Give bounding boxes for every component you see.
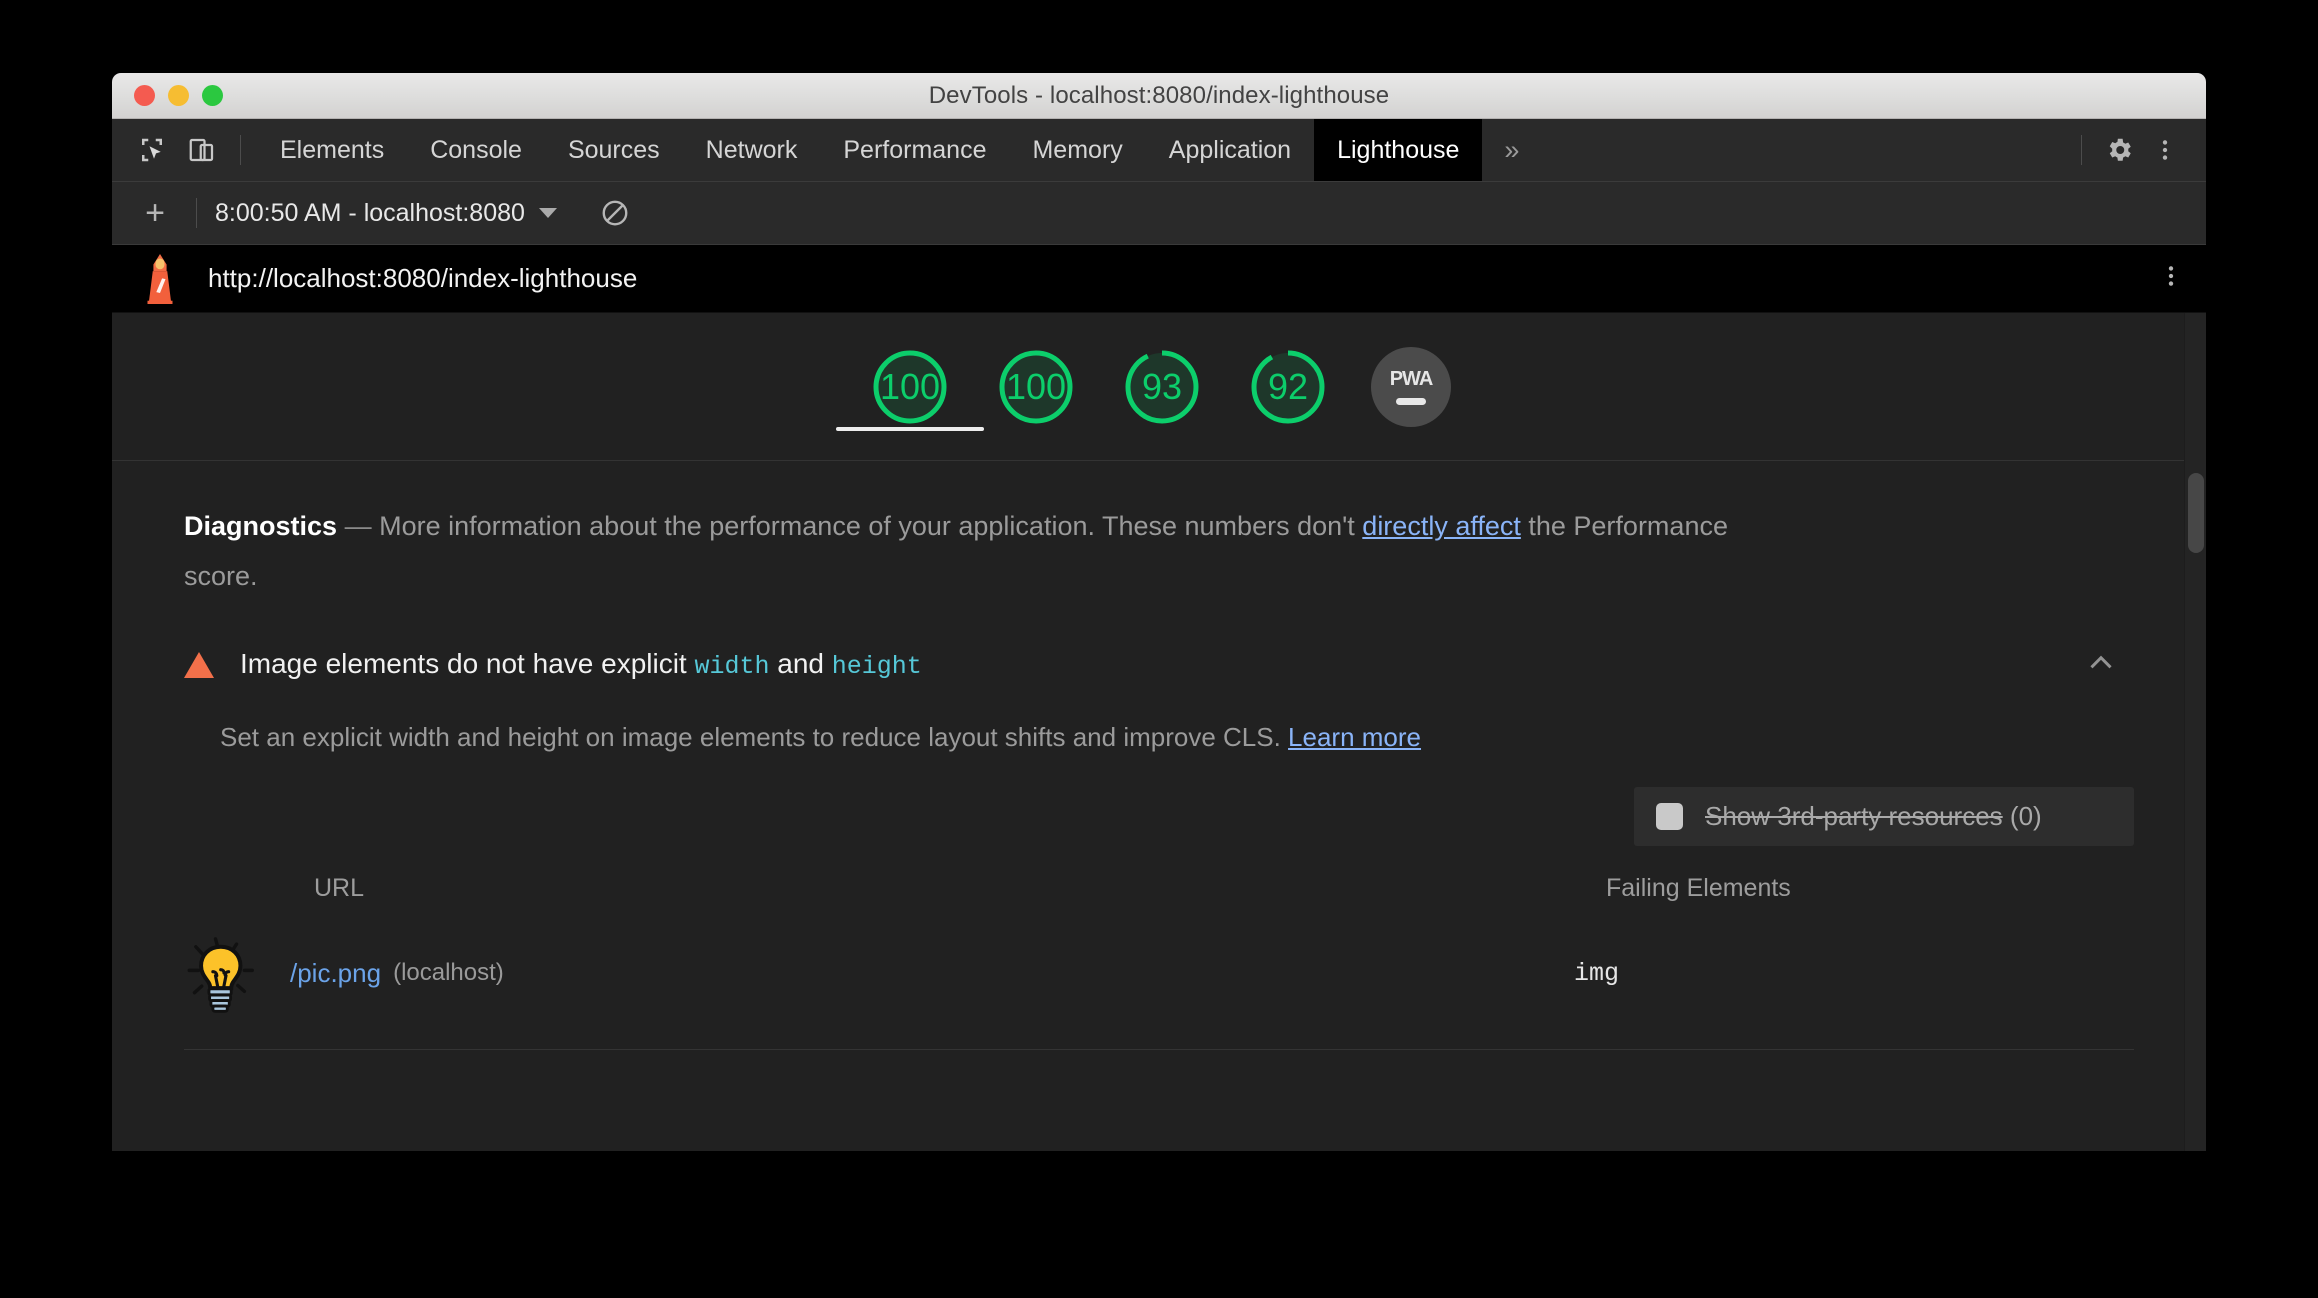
devtools-tabbar: Elements Console Sources Network Perform… — [112, 119, 2206, 182]
lighthouse-toolbar-divider — [196, 198, 197, 228]
gauge-seo[interactable]: 92 — [1245, 344, 1331, 430]
pwa-label: PWA — [1389, 368, 1434, 390]
window-title: DevTools - localhost:8080/index-lighthou… — [928, 81, 1390, 109]
audit-description: Set an explicit width and height on imag… — [220, 722, 2134, 753]
gauge-value: 100 — [879, 365, 941, 407]
report-body: 100 100 93 92 PWA Diagnostics — More inf… — [112, 313, 2206, 1151]
report-run-selector[interactable]: 8:00:50 AM - localhost:8080 — [215, 199, 557, 228]
third-party-label: Show 3rd-party resources (0) — [1705, 801, 2042, 832]
column-header-url: URL — [314, 874, 365, 902]
report-menu-icon[interactable] — [2158, 263, 2184, 294]
gauge-pwa[interactable]: PWA — [1371, 346, 1451, 427]
tab-lighthouse[interactable]: Lighthouse — [1314, 119, 1483, 181]
new-report-button[interactable]: + — [132, 190, 178, 236]
kebab-menu-icon[interactable] — [2142, 127, 2188, 173]
third-party-count: (0) — [2009, 801, 2042, 831]
inspect-cursor-icon[interactable] — [130, 128, 174, 172]
table-bottom-divider — [184, 1049, 2134, 1050]
audit-item-image-size: Image elements do not have explicit widt… — [184, 645, 2134, 1050]
gauge-value: 93 — [1141, 365, 1183, 407]
report-content: Diagnostics — More information about the… — [112, 461, 2206, 1050]
warning-triangle-icon — [184, 651, 214, 678]
audit-code-width: width — [694, 652, 770, 681]
gear-icon[interactable] — [2096, 127, 2142, 173]
tab-memory[interactable]: Memory — [1009, 119, 1145, 181]
third-party-filter-bar: Show 3rd-party resources (0) — [184, 787, 2134, 846]
tab-network[interactable]: Network — [683, 119, 821, 181]
window-titlebar: DevTools - localhost:8080/index-lighthou… — [112, 73, 2206, 119]
show-third-party-checkbox[interactable] — [1656, 803, 1683, 830]
report-url: http://localhost:8080/index-lighthouse — [208, 263, 638, 293]
table-header-row: URL Failing Elements — [184, 874, 2134, 917]
more-tabs-button[interactable]: » — [1482, 119, 1541, 181]
column-header-failing-elements: Failing Elements — [1606, 874, 1791, 902]
lighthouse-logo-icon — [147, 253, 173, 304]
tabbar-actions — [2071, 127, 2206, 173]
gauge-value: 100 — [1005, 365, 1067, 407]
audit-title-row[interactable]: Image elements do not have explicit widt… — [184, 645, 2134, 684]
tab-console[interactable]: Console — [407, 119, 545, 181]
directly-affect-link[interactable]: directly affect — [1362, 511, 1521, 541]
gauge-best-practices[interactable]: 93 — [1119, 344, 1205, 430]
cell-failing-element: img — [1574, 958, 1620, 988]
score-gauges: 100 100 93 92 PWA — [112, 313, 2206, 461]
diagnostics-title: Diagnostics — [184, 511, 338, 541]
row-url-host: (localhost) — [393, 959, 504, 986]
clear-all-icon[interactable] — [593, 191, 637, 235]
gauge-value: 92 — [1267, 365, 1309, 407]
report-scrollbar[interactable] — [2184, 313, 2206, 1151]
gauge-selected-indicator — [836, 426, 984, 431]
audit-results-table: URL Failing Elements /pic.png (localhost… — [184, 874, 2134, 1029]
tab-elements[interactable]: Elements — [257, 119, 407, 181]
diagnostics-text-before: More information about the performance o… — [379, 511, 1363, 541]
audit-title-middle: and — [769, 648, 832, 679]
tabbar-divider — [240, 135, 241, 165]
devtools-window: DevTools - localhost:8080/index-lighthou… — [112, 73, 2206, 1151]
audit-code-height: height — [831, 652, 922, 681]
third-party-filter[interactable]: Show 3rd-party resources (0) — [1634, 787, 2134, 846]
report-run-label: 8:00:50 AM - localhost:8080 — [215, 198, 525, 227]
lighthouse-toolbar: + 8:00:50 AM - localhost:8080 — [112, 182, 2206, 245]
devtools-tab-list: Elements Console Sources Network Perform… — [257, 119, 1541, 181]
device-toolbar-icon[interactable] — [180, 128, 224, 172]
tab-performance[interactable]: Performance — [820, 119, 1009, 181]
table-header: URL Failing Elements — [184, 874, 2134, 917]
diagnostics-header: Diagnostics — More information about the… — [184, 501, 1794, 601]
chevron-up-icon[interactable] — [2084, 645, 2118, 684]
chevron-down-icon — [538, 208, 557, 218]
gauge-performance[interactable]: 100 — [836, 344, 984, 431]
diagnostics-dash: — — [344, 511, 372, 541]
cell-url: /pic.png (localhost) — [184, 917, 1574, 1029]
row-url-link[interactable]: /pic.png — [290, 958, 381, 989]
third-party-label-text: Show 3rd-party resources — [1705, 801, 2003, 831]
pwa-null-dash-icon — [1396, 398, 1426, 405]
report-scrollbar-thumb[interactable] — [2188, 473, 2204, 553]
tab-application[interactable]: Application — [1146, 119, 1314, 181]
learn-more-link[interactable]: Learn more — [1288, 722, 1421, 752]
table-row: /pic.png (localhost) img — [184, 917, 2134, 1029]
lightbulb-thumbnail-icon — [187, 937, 254, 1013]
gauge-accessibility[interactable]: 100 — [993, 344, 1079, 430]
tabbar-actions-divider — [2081, 135, 2082, 165]
table-body: /pic.png (localhost) img — [184, 917, 2134, 1029]
report-header: http://localhost:8080/index-lighthouse — [112, 245, 2206, 313]
audit-description-text: Set an explicit width and height on imag… — [220, 722, 1289, 752]
tab-sources[interactable]: Sources — [545, 119, 683, 181]
audit-title-prefix: Image elements do not have explicit — [240, 648, 695, 679]
audit-title: Image elements do not have explicit widt… — [240, 648, 922, 681]
